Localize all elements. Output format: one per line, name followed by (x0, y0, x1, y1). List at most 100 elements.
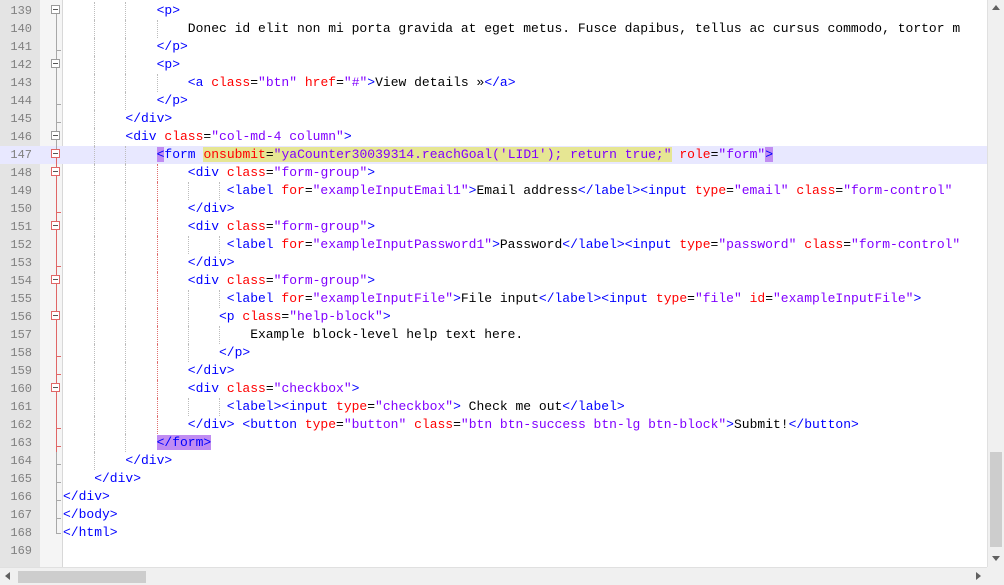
code-token: <p> (156, 3, 180, 18)
line-number: 162 (10, 418, 32, 432)
code-editor[interactable]: 139 <p> 140 Donec id elit non mi porta grav… (0, 0, 987, 567)
code-token: </div> (187, 363, 235, 378)
vertical-scroll-thumb[interactable] (990, 452, 1002, 547)
code-line[interactable]: 167 </body> (0, 506, 987, 524)
code-text: <p> (157, 2, 180, 20)
code-text: <div class="col-md-4 column"> (125, 128, 351, 146)
code-token: </body> (63, 507, 118, 522)
minus-box-icon[interactable] (51, 131, 60, 140)
code-line[interactable]: 162 </div> <button type="button" class="b… (0, 416, 987, 434)
code-token: </label><input (538, 291, 656, 306)
minus-box-icon[interactable] (51, 221, 60, 230)
code-line[interactable]: 158 </p> (0, 344, 987, 362)
line-number: 139 (10, 4, 32, 18)
right-arrow-icon[interactable] (976, 572, 981, 580)
code-line[interactable]: 163 </form> (0, 434, 987, 452)
code-token: "form-group" (273, 165, 368, 180)
minus-box-icon[interactable] (51, 275, 60, 284)
fold-toggle[interactable] (51, 164, 62, 182)
code-line[interactable]: 157 Example block-level help text here. (0, 326, 987, 344)
line-number: 168 (10, 526, 32, 540)
indent-guide (219, 326, 220, 344)
code-text: <div class="form-group"> (188, 218, 375, 236)
fold-line (51, 92, 62, 110)
code-line[interactable]: 168 </html> (0, 524, 987, 542)
indent-guide (219, 398, 220, 416)
minus-box-icon[interactable] (51, 383, 60, 392)
indent-guide (156, 398, 158, 416)
fold-toggle[interactable] (51, 2, 62, 20)
code-token: = (367, 399, 376, 414)
indent-guide (125, 38, 127, 56)
up-arrow-icon[interactable] (992, 5, 1000, 10)
code-line[interactable]: 148 <div class="form-group"> (0, 164, 987, 182)
fold-toggle[interactable] (51, 308, 62, 326)
minus-box-icon[interactable] (51, 167, 60, 176)
code-line[interactable]: 159 </div> (0, 362, 987, 380)
indent-guide (156, 200, 158, 218)
fold-toggle[interactable] (51, 218, 62, 236)
scrollbar-corner (987, 567, 1004, 585)
minus-box-icon[interactable] (51, 311, 60, 320)
code-line[interactable]: 166 </div> (0, 488, 987, 506)
code-line[interactable]: 142 <p> (0, 56, 987, 74)
minus-box-icon[interactable] (51, 59, 60, 68)
code-line[interactable]: 143 <a class="btn" href="#">View details … (0, 74, 987, 92)
code-token: "file" (694, 291, 742, 306)
code-line[interactable]: 164 </div> (0, 452, 987, 470)
code-text: </form> (156, 434, 212, 452)
code-line[interactable]: 152 <label for="exampleInputPassword1">Pa… (0, 236, 987, 254)
indent-guide (156, 236, 158, 254)
code-line[interactable]: 155 <label for="exampleInputFile">File in… (0, 290, 987, 308)
horizontal-scroll-thumb[interactable] (18, 571, 146, 583)
code-token: = (265, 381, 274, 396)
code-token: Email address (476, 183, 578, 198)
code-token: </div> (63, 489, 110, 504)
code-line[interactable]: 156 <p class="help-block"> (0, 308, 987, 326)
code-token: "form-group" (273, 219, 368, 234)
code-line[interactable]: 149 <label for="exampleInputEmail1">Email… (0, 182, 987, 200)
fold-toggle[interactable] (51, 56, 62, 74)
indent-guide (187, 290, 189, 308)
code-line[interactable]: 154 <div class="form-group"> (0, 272, 987, 290)
fold-toggle[interactable] (51, 272, 62, 290)
code-token: class (164, 129, 204, 144)
code-token: Check me out (460, 399, 563, 414)
left-arrow-icon[interactable] (5, 572, 10, 580)
indent-guide (219, 182, 220, 200)
horizontal-scrollbar[interactable] (0, 567, 987, 585)
code-token: href (304, 75, 337, 90)
code-token: View details » (375, 75, 485, 90)
indent-guide (156, 380, 158, 398)
code-line[interactable]: 141 </p> (0, 38, 987, 56)
code-line[interactable]: 146 <div class="col-md-4 column"> (0, 128, 987, 146)
code-line[interactable]: 144 </p> (0, 92, 987, 110)
code-line[interactable]: 169 (0, 542, 987, 560)
code-token: </form> (156, 435, 212, 450)
code-line[interactable]: 153 </div> (0, 254, 987, 272)
code-line[interactable]: 147 <form onsubmit="yaCounter30039314.rea… (0, 146, 987, 164)
fold-toggle[interactable] (51, 128, 62, 146)
indent-guide (94, 200, 96, 218)
code-line[interactable]: 145 </div> (0, 110, 987, 128)
code-line[interactable]: 151 <div class="form-group"> (0, 218, 987, 236)
code-lines[interactable]: 139 <p> 140 Donec id elit non mi porta grav… (0, 2, 987, 560)
code-line[interactable]: 161 <label><input type="checkbox"> Check … (0, 398, 987, 416)
code-line[interactable]: 140 Donec id elit non mi porta gravida at… (0, 20, 987, 38)
indent-guide (156, 20, 158, 38)
fold-toggle[interactable] (51, 146, 62, 164)
code-token: > (367, 273, 376, 288)
code-token: </p> (219, 345, 251, 360)
vertical-scrollbar[interactable] (987, 0, 1004, 567)
code-line[interactable]: 150 </div> (0, 200, 987, 218)
indent-guide (94, 182, 96, 200)
minus-box-icon[interactable] (51, 149, 60, 158)
code-line[interactable]: 139 <p> (0, 2, 987, 20)
down-arrow-icon[interactable] (992, 556, 1000, 561)
fold-line (51, 506, 62, 524)
code-line[interactable]: 160 <div class="checkbox"> (0, 380, 987, 398)
code-text: <label for="exampleInputFile">File input… (227, 290, 921, 308)
fold-toggle[interactable] (51, 380, 62, 398)
code-line[interactable]: 165 </div> (0, 470, 987, 488)
minus-box-icon[interactable] (51, 5, 60, 14)
